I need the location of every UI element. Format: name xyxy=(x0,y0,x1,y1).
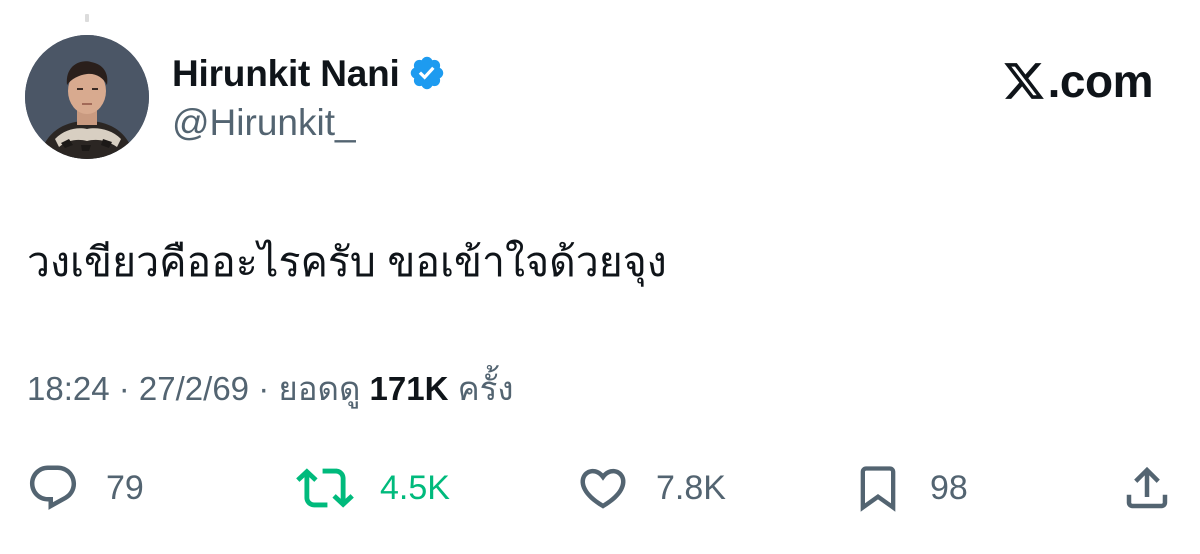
meta-separator: · xyxy=(249,370,279,407)
reply-button[interactable]: 79 xyxy=(26,458,144,518)
verified-badge-icon[interactable] xyxy=(408,54,446,92)
tweet-card: Hirunkit Nani @Hirunkit_ .com วงเขียวคือ… xyxy=(0,0,1200,554)
views-prefix: ยอดดู xyxy=(278,370,370,407)
tweet-date[interactable]: 27/2/69 xyxy=(139,370,249,407)
tweet-meta: 18:24 · 27/2/69 · ยอดดู 171K ครั้ง xyxy=(27,372,514,405)
share-button[interactable] xyxy=(1120,458,1174,518)
tweet-time[interactable]: 18:24 xyxy=(27,370,110,407)
heart-icon xyxy=(580,468,626,509)
views-suffix: ครั้ง xyxy=(448,370,514,407)
like-count: 7.8K xyxy=(656,469,726,507)
share-icon xyxy=(1126,466,1168,509)
avatar[interactable] xyxy=(25,35,149,159)
avatar-photo xyxy=(25,35,149,159)
like-button[interactable]: 7.8K xyxy=(576,458,726,518)
brand-label: .com xyxy=(1047,55,1154,107)
x-logo-icon xyxy=(1003,63,1044,99)
bookmark-button[interactable]: 98 xyxy=(852,458,968,518)
bookmark-count: 98 xyxy=(930,469,968,507)
views-count[interactable]: 171K xyxy=(370,370,449,407)
bookmark-icon xyxy=(860,466,896,512)
retweet-icon xyxy=(296,468,354,508)
meta-separator: · xyxy=(109,370,139,407)
retweet-count: 4.5K xyxy=(380,469,450,507)
display-name[interactable]: Hirunkit Nani xyxy=(172,55,400,92)
top-divider-mark xyxy=(85,14,89,22)
action-bar: 79 4.5K 7.8K 98 xyxy=(0,458,1200,518)
tweet-text: วงเขียวคืออะไรครับ ขอเข้าใจด้วยจุง xyxy=(27,239,667,285)
brand-watermark: .com xyxy=(1002,55,1154,107)
reply-icon xyxy=(29,465,77,510)
author-name-row: Hirunkit Nani xyxy=(172,50,446,96)
retweet-button[interactable]: 4.5K xyxy=(296,458,450,518)
user-handle[interactable]: @Hirunkit_ xyxy=(172,104,356,141)
reply-count: 79 xyxy=(106,469,144,507)
